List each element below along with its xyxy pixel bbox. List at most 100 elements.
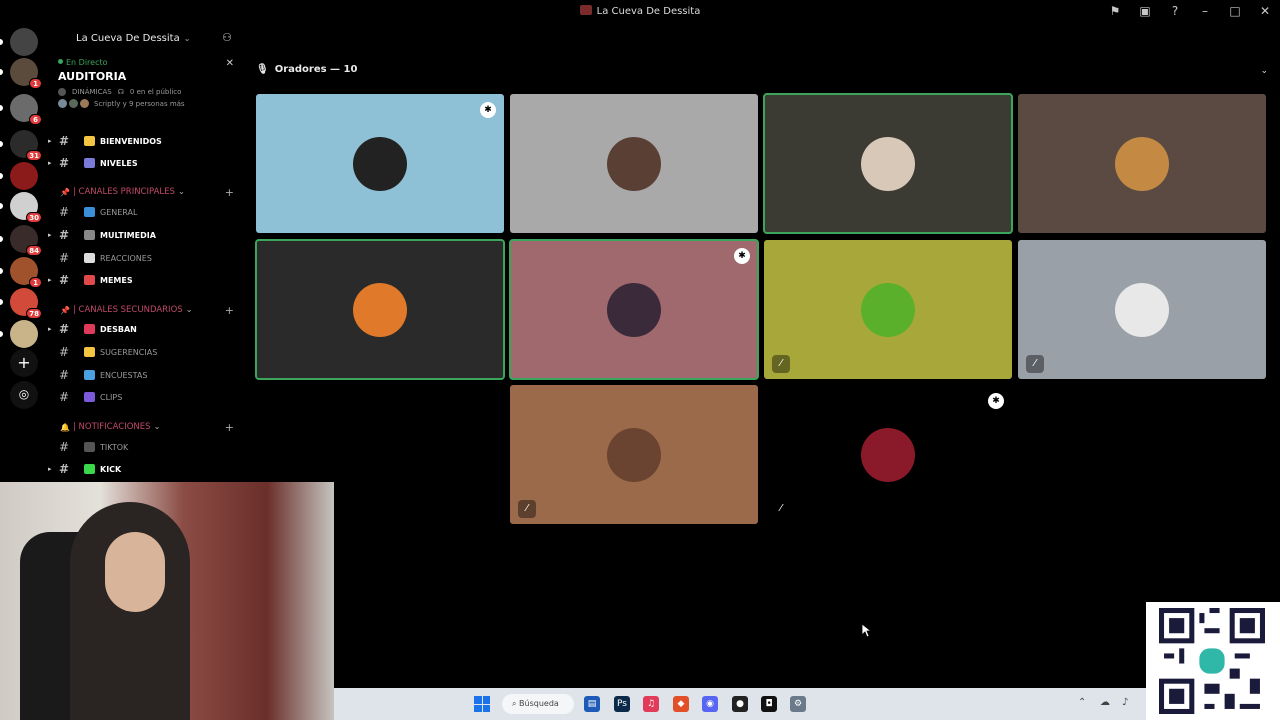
invite-icon[interactable]: ⚇: [222, 31, 232, 44]
chevron-down-icon: ⌄: [153, 422, 161, 432]
plus-icon[interactable]: +: [10, 349, 38, 377]
compass-icon[interactable]: ◎: [10, 381, 38, 409]
speaker-tile[interactable]: [763, 93, 1013, 234]
flag-icon[interactable]: ⚑: [1100, 4, 1130, 18]
unread-pill: [0, 203, 3, 209]
moderator-icon: ✱: [734, 248, 750, 264]
unread-pill: [0, 299, 3, 305]
hashtag-icon: #: [58, 462, 70, 476]
speaker-tile[interactable]: ⁄: [1018, 240, 1266, 379]
channel-item[interactable]: # CLIPS: [56, 388, 238, 406]
channel-emoji-icon: [84, 464, 95, 474]
channel-item[interactable]: ▸ # NIVELES: [48, 154, 238, 172]
speaker-tile[interactable]: [1018, 94, 1266, 233]
server-icon-5[interactable]: [10, 162, 38, 190]
speaker-tile[interactable]: ⁄: [764, 240, 1012, 379]
unread-badge: 6: [29, 114, 42, 125]
channel-label: GENERAL: [100, 207, 138, 217]
speaker-tile[interactable]: ⁄: [510, 385, 758, 524]
speaker-tile[interactable]: [255, 239, 505, 380]
channel-item[interactable]: # GENERAL: [56, 203, 238, 221]
voice-channel-name[interactable]: AUDITORIA: [58, 70, 234, 83]
plus-icon[interactable]: +: [225, 421, 234, 434]
inbox-icon[interactable]: ▣: [1130, 4, 1160, 18]
server-icon-2[interactable]: 1: [10, 58, 42, 89]
speaker-tile[interactable]: [510, 94, 758, 233]
search-box[interactable]: ⌕ Búsqueda: [502, 694, 574, 714]
speaker-tile[interactable]: ✱: [256, 94, 504, 233]
chevron-down-icon[interactable]: ⌄: [1260, 66, 1268, 76]
chevron-up-icon[interactable]: ⌃: [1078, 697, 1086, 708]
category-header[interactable]: 🔔 | NOTIFICACIONES ⌄ +: [56, 420, 236, 434]
channel-item[interactable]: ▸ # BIENVENIDOS: [48, 132, 238, 150]
maximize-icon[interactable]: □: [1220, 4, 1250, 18]
channel-emoji-icon: [84, 158, 95, 168]
chevron-down-icon: ⌄: [185, 305, 193, 315]
minimize-icon[interactable]: –: [1190, 4, 1220, 18]
file-explorer-icon[interactable]: ▤: [584, 696, 600, 712]
discord-icon[interactable]: ◉: [702, 696, 718, 712]
hashtag-icon: #: [58, 390, 70, 404]
plus-icon[interactable]: +: [225, 304, 234, 317]
server-icon-8[interactable]: 1: [10, 257, 42, 288]
channel-item[interactable]: ▸ # DESBAN: [48, 320, 238, 338]
cloud-icon[interactable]: ☁: [1100, 697, 1110, 708]
channel-label: NIVELES: [100, 158, 138, 168]
unread-pill: [0, 39, 3, 45]
category-header[interactable]: 📌 | CANALES PRINCIPALES ⌄ +: [56, 185, 236, 199]
capcut-icon[interactable]: ◘: [761, 696, 777, 712]
discord-window: La Cueva De Dessita ⚑ ▣ ? – □ ✕ 1 6 31 30 84…: [0, 0, 1280, 720]
category-label: | NOTIFICACIONES: [72, 422, 151, 432]
server-icon-7[interactable]: 84: [10, 225, 42, 256]
plus-icon[interactable]: +: [225, 186, 234, 199]
avatar: [861, 427, 915, 482]
unread-badge: 31: [26, 150, 42, 161]
channel-item[interactable]: ▸ # KICK: [48, 460, 238, 478]
channel-label: BIENVENIDOS: [100, 136, 162, 146]
mic-muted-icon: ⁄: [1026, 355, 1044, 373]
channel-item[interactable]: ▸ # MEMES: [48, 271, 238, 289]
obs-icon[interactable]: ●: [732, 696, 748, 712]
unread-badge: 1: [29, 277, 42, 288]
channel-emoji-icon: [84, 230, 95, 240]
music-icon[interactable]: ♫: [643, 696, 659, 712]
server-icon-10[interactable]: [10, 320, 38, 348]
channel-item[interactable]: # REACCIONES: [56, 249, 238, 267]
close-icon[interactable]: ✕: [226, 58, 234, 69]
channel-item[interactable]: # TIKTOK: [56, 438, 238, 456]
channel-item[interactable]: # ENCUESTAS: [56, 366, 238, 384]
help-icon[interactable]: ?: [1160, 4, 1190, 18]
channel-item[interactable]: ▸ # MULTIMEDIA: [48, 226, 238, 244]
channel-emoji-icon: [84, 392, 95, 402]
server-icon-3[interactable]: 6: [10, 94, 42, 125]
category-label: | CANALES PRINCIPALES: [72, 187, 175, 197]
speaker-tile[interactable]: ✱ ⁄: [764, 385, 1012, 524]
photoshop-icon[interactable]: Ps: [614, 696, 630, 712]
channel-sidebar: La Cueva De Dessita ⌄ ⚇ En Directo AUDIT…: [48, 22, 242, 482]
server-icon-6[interactable]: 30: [10, 192, 42, 223]
server-header[interactable]: La Cueva De Dessita ⌄ ⚇: [58, 30, 236, 46]
server-icon: [579, 5, 592, 15]
hashtag-icon: #: [58, 368, 70, 382]
server-icon-9[interactable]: 78: [10, 288, 42, 319]
channel-label: MULTIMEDIA: [100, 230, 156, 240]
speaker-tile[interactable]: ✱: [509, 239, 759, 380]
settings-icon[interactable]: ⚙: [790, 696, 806, 712]
brave-icon[interactable]: ◆: [673, 696, 689, 712]
server-rail: 1 6 31 30 84 1 78 + ◎: [0, 22, 48, 482]
hashtag-icon: #: [58, 228, 70, 242]
start-button[interactable]: [474, 696, 490, 712]
chevron-right-icon: ▸: [48, 276, 52, 284]
server-icon-1[interactable]: [10, 28, 38, 56]
channel-emoji-icon: [84, 136, 95, 146]
unread-pill: [0, 141, 3, 147]
pin-icon: 📌: [60, 187, 70, 197]
avatar: [1115, 136, 1169, 191]
voice-status-panel: En Directo AUDITORIA ✕ DINÁMICAS ☊ 0 en …: [58, 58, 234, 108]
category-header[interactable]: 📌 | CANALES SECUNDARIOS ⌄ +: [56, 303, 236, 317]
hashtag-icon: #: [58, 156, 70, 170]
channel-item[interactable]: # SUGERENCIAS: [56, 343, 238, 361]
close-icon[interactable]: ✕: [1250, 4, 1280, 18]
microphone-icon[interactable]: ♪: [1122, 697, 1128, 708]
server-icon-4[interactable]: 31: [10, 130, 42, 161]
